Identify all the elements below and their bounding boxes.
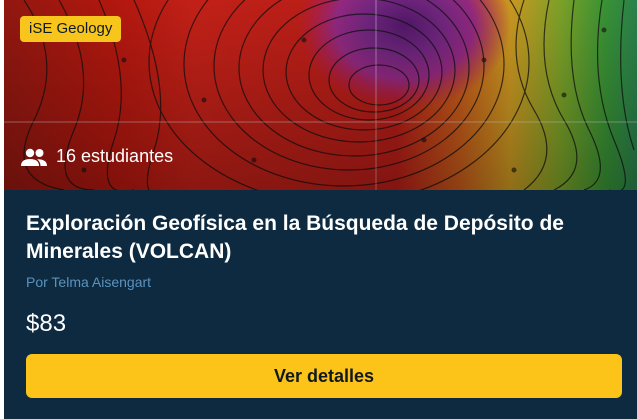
category-badge: iSE Geology bbox=[20, 16, 122, 42]
people-icon bbox=[20, 147, 48, 167]
view-details-button[interactable]: Ver detalles bbox=[26, 354, 622, 398]
course-details: Exploración Geofísica en la Búsqueda de … bbox=[4, 190, 637, 419]
course-author[interactable]: Por Telma Aisengart bbox=[26, 274, 151, 290]
student-count-label: 16 estudiantes bbox=[56, 146, 174, 166]
course-title[interactable]: Exploración Geofísica en la Búsqueda de … bbox=[26, 210, 616, 266]
course-thumbnail[interactable]: iSE Geology 16 estudiantes bbox=[4, 0, 637, 190]
course-card[interactable]: iSE Geology 16 estudiantes Exploración G… bbox=[4, 0, 637, 419]
student-count: 16 estudiantes bbox=[20, 146, 173, 167]
course-price: $83 bbox=[26, 310, 67, 337]
